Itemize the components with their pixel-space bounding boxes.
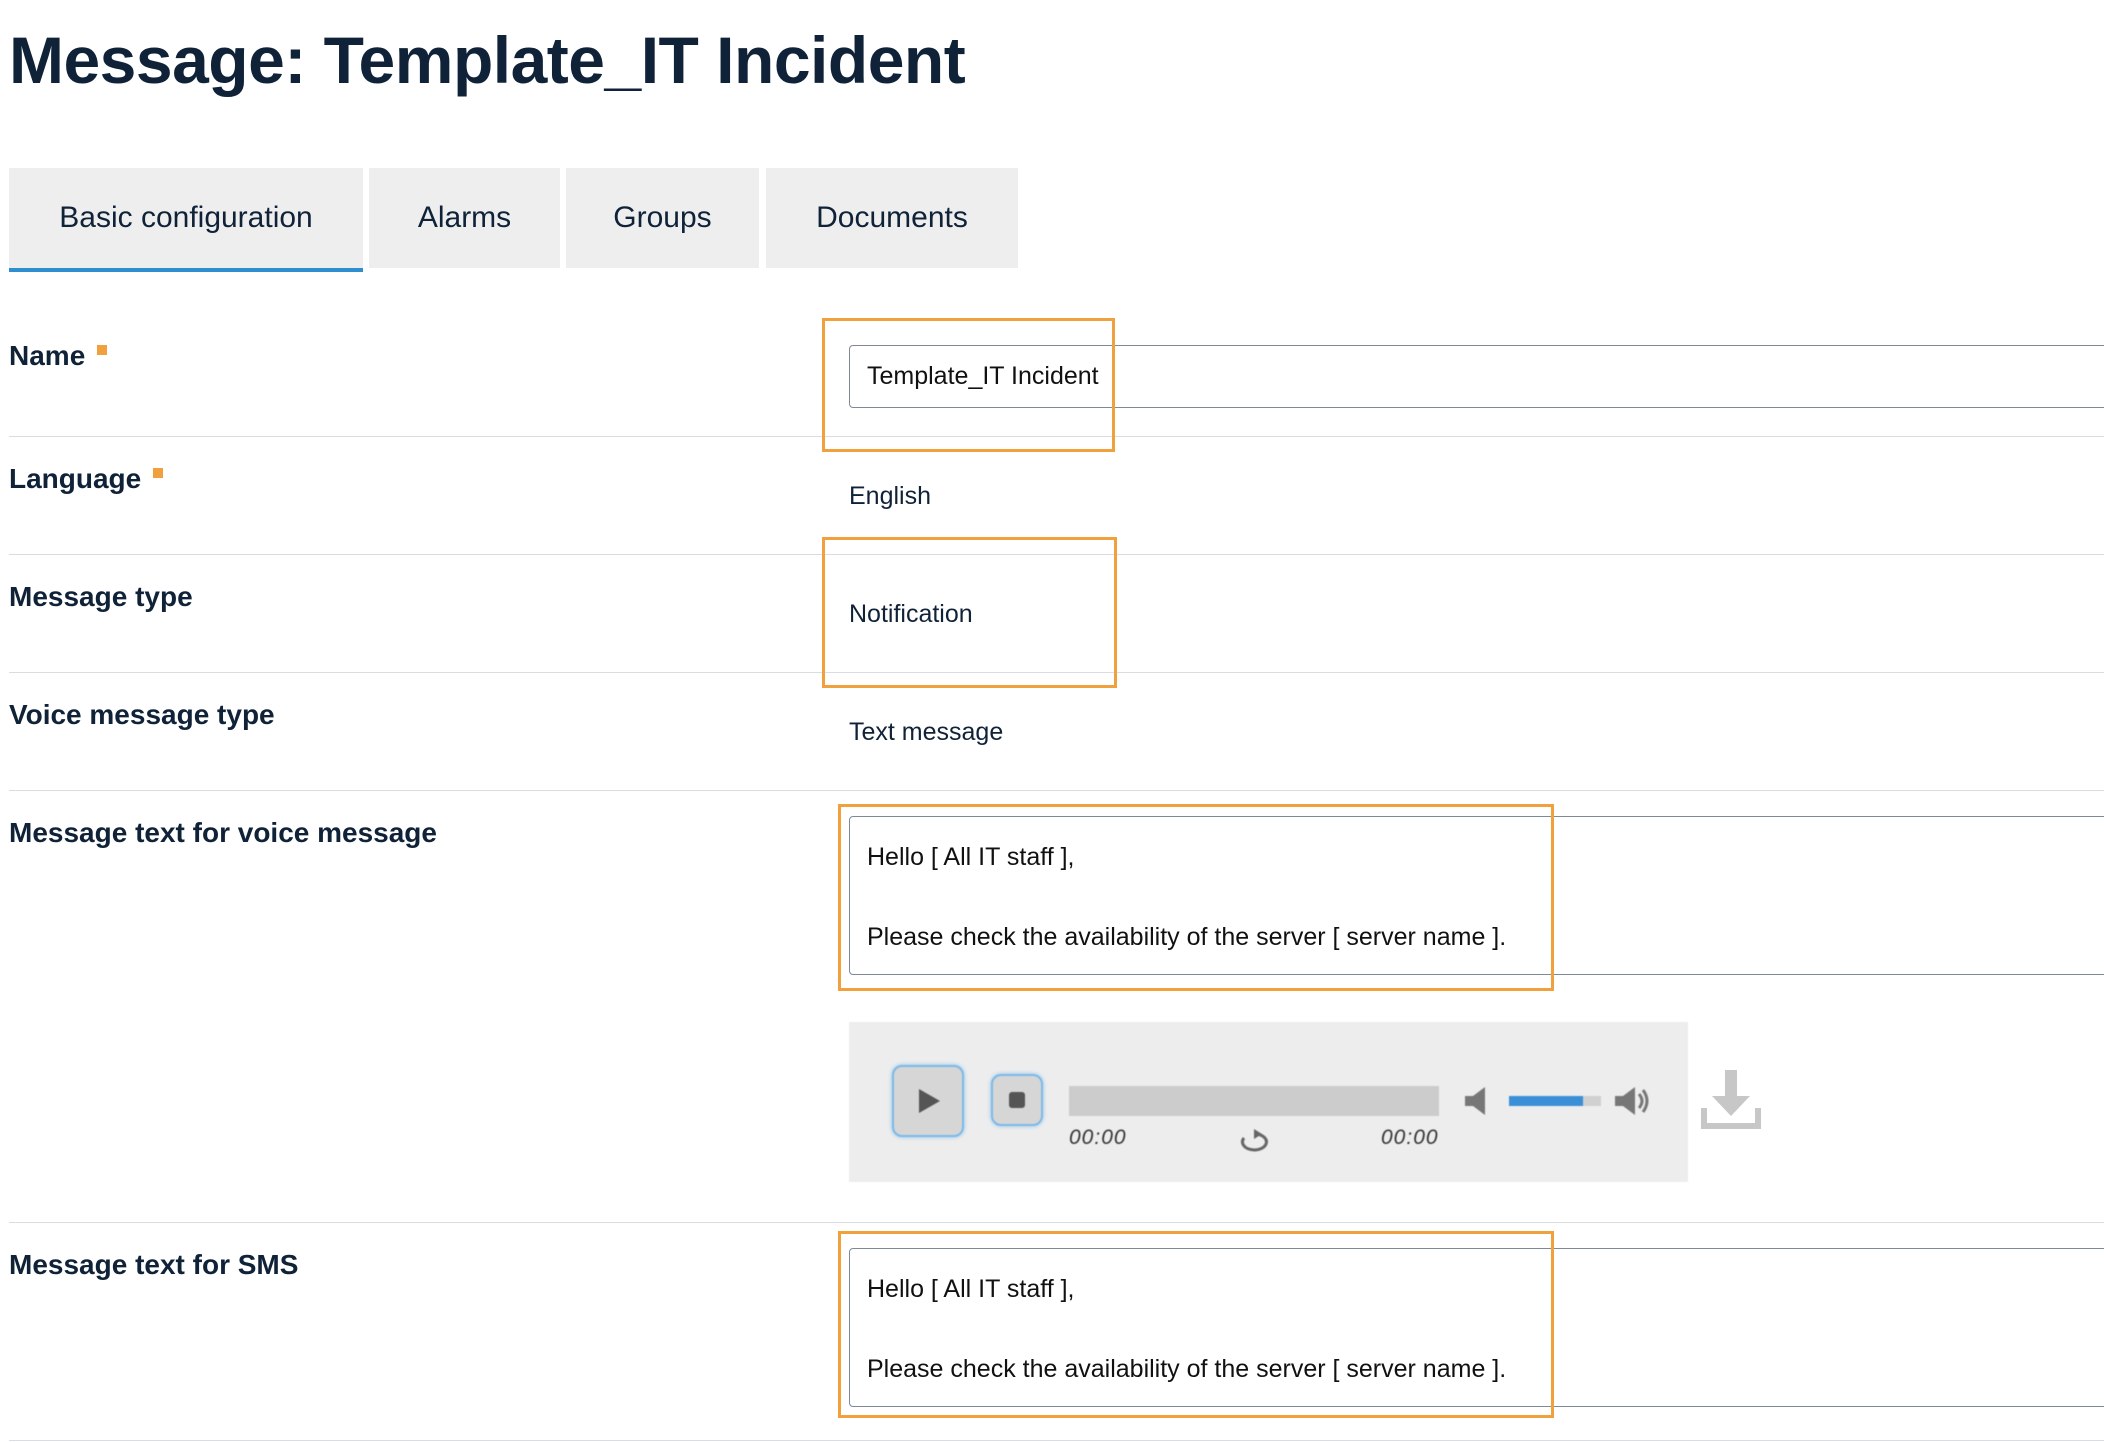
tab-groups[interactable]: Groups: [566, 168, 759, 268]
tab-documents[interactable]: Documents: [766, 168, 1018, 268]
volume-slider[interactable]: [1509, 1096, 1601, 1106]
sms-text-line1: Hello [ All IT staff ],: [867, 1275, 1075, 1303]
tab-basic-configuration[interactable]: Basic configuration: [9, 168, 363, 272]
total-time: 00:00: [1381, 1126, 1439, 1149]
voice-text-line1: Hello [ All IT staff ],: [867, 843, 1075, 871]
name-label: Name: [9, 340, 108, 372]
voice-text-line2: Please check the availability of the ser…: [867, 923, 1507, 951]
download-icon[interactable]: [1700, 1068, 1762, 1130]
voice-message-type-row: Voice message type Text message: [9, 673, 2104, 791]
sms-text-line2: Please check the availability of the ser…: [867, 1355, 1507, 1383]
audio-player: 00:00 00:00: [849, 1022, 1688, 1182]
language-label: Language: [9, 463, 164, 495]
required-marker: [97, 345, 108, 355]
required-marker: [153, 468, 164, 478]
message-type-row: Message type Notification: [9, 555, 2104, 673]
progress-bar[interactable]: [1069, 1086, 1439, 1116]
sms-text-row: Message text for SMS Hello [ All IT staf…: [9, 1223, 2104, 1441]
play-icon: [919, 1089, 940, 1113]
name-label-text: Name: [9, 340, 86, 371]
play-button[interactable]: [892, 1065, 964, 1137]
volume-fill: [1509, 1096, 1583, 1106]
voice-text-label: Message text for voice message: [9, 817, 437, 848]
stop-icon: [1009, 1092, 1025, 1108]
stop-button[interactable]: [991, 1074, 1043, 1126]
sms-text-label: Message text for SMS: [9, 1249, 299, 1280]
page-title: Message: Template_IT Incident: [9, 23, 966, 97]
current-time: 00:00: [1069, 1126, 1127, 1149]
name-row: Name Template_IT Incident: [9, 300, 2104, 437]
voice-message-type-value: Text message: [849, 718, 1004, 746]
divider: [9, 1440, 2104, 1441]
language-value: English: [849, 482, 931, 510]
voice-message-type-label: Voice message type: [9, 699, 275, 730]
tab-alarms[interactable]: Alarms: [369, 168, 560, 268]
volume-max-icon[interactable]: [1613, 1084, 1653, 1118]
message-type-value: Notification: [849, 600, 973, 628]
volume-mute-icon[interactable]: [1463, 1084, 1493, 1118]
language-row: Language English: [9, 437, 2104, 555]
loop-icon[interactable]: [1236, 1128, 1276, 1158]
sms-text-input[interactable]: Hello [ All IT staff ], Please check the…: [849, 1248, 2104, 1407]
message-type-label: Message type: [9, 581, 193, 612]
language-label-text: Language: [9, 463, 142, 494]
name-input[interactable]: Template_IT Incident: [849, 345, 2104, 408]
voice-text-input[interactable]: Hello [ All IT staff ], Please check the…: [849, 816, 2104, 975]
